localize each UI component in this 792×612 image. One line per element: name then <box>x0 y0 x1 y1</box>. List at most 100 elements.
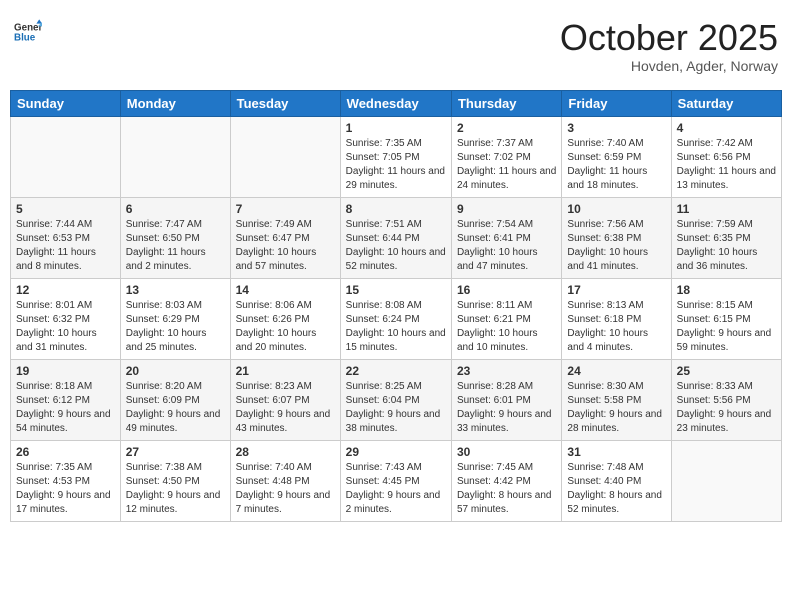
day-number: 2 <box>457 121 556 135</box>
day-info: Sunrise: 7:56 AMSunset: 6:38 PMDaylight:… <box>567 218 665 274</box>
day-number: 10 <box>567 202 665 216</box>
day-info: Sunrise: 7:49 AMSunset: 6:47 PMDaylight:… <box>236 218 335 274</box>
day-info: Sunrise: 8:03 AMSunset: 6:29 PMDaylight:… <box>126 299 225 355</box>
day-cell: 6Sunrise: 7:47 AMSunset: 6:50 PMDaylight… <box>120 197 230 278</box>
day-info: Sunrise: 8:15 AMSunset: 6:15 PMDaylight:… <box>677 299 776 355</box>
day-cell: 14Sunrise: 8:06 AMSunset: 6:26 PMDayligh… <box>230 278 340 359</box>
day-cell: 25 Sunrise: 8:33 AMSunset: 5:56 PMDayligh… <box>671 359 781 440</box>
calendar-table: SundayMondayTuesdayWednesdayThursdayFrid… <box>10 90 782 522</box>
day-info: Sunrise: 8:11 AMSunset: 6:21 PMDaylight:… <box>457 299 556 355</box>
day-number: 18 <box>677 283 776 297</box>
day-cell: 29 Sunrise: 7:43 AMSunset: 4:45 PMDayligh… <box>340 440 451 521</box>
day-cell: 24 Sunrise: 8:30 AMSunset: 5:58 PMDayligh… <box>562 359 671 440</box>
day-info: Sunrise: 7:38 AMSunset: 4:50 PMDaylight:… <box>126 461 225 517</box>
day-info: Sunrise: 7:35 AMSunset: 4:53 PMDaylight:… <box>16 461 115 517</box>
week-row-3: 12 Sunrise: 8:01 AMSunset: 6:32 PMDayligh… <box>11 278 782 359</box>
weekday-header-row: SundayMondayTuesdayWednesdayThursdayFrid… <box>11 90 782 116</box>
day-info: Sunrise: 8:30 AMSunset: 5:58 PMDaylight:… <box>567 380 665 436</box>
day-info: Sunrise: 8:25 AMSunset: 6:04 PMDaylight:… <box>346 380 446 436</box>
svg-text:Blue: Blue <box>14 32 36 43</box>
day-cell: 13 Sunrise: 8:03 AMSunset: 6:29 PMDayligh… <box>120 278 230 359</box>
day-number: 6 <box>126 202 225 216</box>
day-cell: 30 Sunrise: 7:45 AMSunset: 4:42 PMDayligh… <box>451 440 561 521</box>
day-cell <box>671 440 781 521</box>
day-cell: 21 Sunrise: 8:23 AMSunset: 6:07 PMDayligh… <box>230 359 340 440</box>
day-cell: 16 Sunrise: 8:11 AMSunset: 6:21 PMDayligh… <box>451 278 561 359</box>
month-title: October 2025 <box>560 18 778 58</box>
day-cell: 9Sunrise: 7:54 AMSunset: 6:41 PMDaylight… <box>451 197 561 278</box>
day-cell <box>120 116 230 197</box>
day-number: 12 <box>16 283 115 297</box>
day-cell: 1 Sunrise: 7:35 AMSunset: 7:05 PMDaylight… <box>340 116 451 197</box>
day-info: Sunrise: 8:23 AMSunset: 6:07 PMDaylight:… <box>236 380 335 436</box>
header-sunday: Sunday <box>11 90 121 116</box>
header-friday: Friday <box>562 90 671 116</box>
day-cell: 5 Sunrise: 7:44 AMSunset: 6:53 PMDaylight… <box>11 197 121 278</box>
day-info: Sunrise: 8:13 AMSunset: 6:18 PMDaylight:… <box>567 299 665 355</box>
day-number: 5 <box>16 202 115 216</box>
day-number: 16 <box>457 283 556 297</box>
day-info: Sunrise: 8:01 AMSunset: 6:32 PMDaylight:… <box>16 299 115 355</box>
day-number: 13 <box>126 283 225 297</box>
week-row-4: 19 Sunrise: 8:18 AMSunset: 6:12 PMDayligh… <box>11 359 782 440</box>
day-info: Sunrise: 7:42 AMSunset: 6:56 PMDaylight:… <box>677 137 776 193</box>
day-cell: 23Sunrise: 8:28 AMSunset: 6:01 PMDayligh… <box>451 359 561 440</box>
day-cell: 2 Sunrise: 7:37 AMSunset: 7:02 PMDaylight… <box>451 116 561 197</box>
logo-icon: General Blue <box>14 18 42 46</box>
day-cell: 12 Sunrise: 8:01 AMSunset: 6:32 PMDayligh… <box>11 278 121 359</box>
day-number: 19 <box>16 364 115 378</box>
day-number: 11 <box>677 202 776 216</box>
day-info: Sunrise: 7:37 AMSunset: 7:02 PMDaylight:… <box>457 137 556 193</box>
location: Hovden, Agder, Norway <box>560 58 778 74</box>
day-cell: 27 Sunrise: 7:38 AMSunset: 4:50 PMDayligh… <box>120 440 230 521</box>
day-cell: 3 Sunrise: 7:40 AMSunset: 6:59 PMDaylight… <box>562 116 671 197</box>
day-info: Sunrise: 8:28 AMSunset: 6:01 PMDaylight:… <box>457 380 556 436</box>
day-info: Sunrise: 7:44 AMSunset: 6:53 PMDaylight:… <box>16 218 115 274</box>
day-number: 3 <box>567 121 665 135</box>
day-number: 7 <box>236 202 335 216</box>
day-cell: 26 Sunrise: 7:35 AMSunset: 4:53 PMDayligh… <box>11 440 121 521</box>
day-number: 1 <box>346 121 446 135</box>
page-header: General Blue October 2025 Hovden, Agder,… <box>10 10 782 82</box>
day-number: 29 <box>346 445 446 459</box>
day-info: Sunrise: 7:40 AMSunset: 6:59 PMDaylight:… <box>567 137 665 193</box>
day-cell: 28Sunrise: 7:40 AMSunset: 4:48 PMDayligh… <box>230 440 340 521</box>
day-number: 17 <box>567 283 665 297</box>
day-number: 27 <box>126 445 225 459</box>
day-cell: 11 Sunrise: 7:59 AMSunset: 6:35 PMDayligh… <box>671 197 781 278</box>
week-row-5: 26 Sunrise: 7:35 AMSunset: 4:53 PMDayligh… <box>11 440 782 521</box>
day-number: 26 <box>16 445 115 459</box>
day-info: Sunrise: 8:08 AMSunset: 6:24 PMDaylight:… <box>346 299 446 355</box>
day-cell: 7 Sunrise: 7:49 AMSunset: 6:47 PMDaylight… <box>230 197 340 278</box>
day-info: Sunrise: 7:43 AMSunset: 4:45 PMDaylight:… <box>346 461 446 517</box>
day-info: Sunrise: 7:45 AMSunset: 4:42 PMDaylight:… <box>457 461 556 517</box>
day-number: 24 <box>567 364 665 378</box>
day-cell: 17 Sunrise: 8:13 AMSunset: 6:18 PMDayligh… <box>562 278 671 359</box>
header-monday: Monday <box>120 90 230 116</box>
day-info: Sunrise: 7:48 AMSunset: 4:40 PMDaylight:… <box>567 461 665 517</box>
day-number: 31 <box>567 445 665 459</box>
day-number: 21 <box>236 364 335 378</box>
day-cell: 8Sunrise: 7:51 AMSunset: 6:44 PMDaylight… <box>340 197 451 278</box>
day-number: 30 <box>457 445 556 459</box>
day-info: Sunrise: 8:33 AMSunset: 5:56 PMDaylight:… <box>677 380 776 436</box>
day-number: 20 <box>126 364 225 378</box>
day-cell: 22Sunrise: 8:25 AMSunset: 6:04 PMDayligh… <box>340 359 451 440</box>
day-number: 15 <box>346 283 446 297</box>
day-info: Sunrise: 8:06 AMSunset: 6:26 PMDaylight:… <box>236 299 335 355</box>
logo: General Blue <box>14 18 42 46</box>
day-cell: 10 Sunrise: 7:56 AMSunset: 6:38 PMDayligh… <box>562 197 671 278</box>
title-section: October 2025 Hovden, Agder, Norway <box>560 18 778 74</box>
day-number: 8 <box>346 202 446 216</box>
header-tuesday: Tuesday <box>230 90 340 116</box>
day-number: 25 <box>677 364 776 378</box>
week-row-2: 5 Sunrise: 7:44 AMSunset: 6:53 PMDaylight… <box>11 197 782 278</box>
day-info: Sunrise: 7:35 AMSunset: 7:05 PMDaylight:… <box>346 137 446 193</box>
day-cell <box>11 116 121 197</box>
day-number: 9 <box>457 202 556 216</box>
day-info: Sunrise: 8:20 AMSunset: 6:09 PMDaylight:… <box>126 380 225 436</box>
day-info: Sunrise: 8:18 AMSunset: 6:12 PMDaylight:… <box>16 380 115 436</box>
day-info: Sunrise: 7:59 AMSunset: 6:35 PMDaylight:… <box>677 218 776 274</box>
day-number: 4 <box>677 121 776 135</box>
day-info: Sunrise: 7:40 AMSunset: 4:48 PMDaylight:… <box>236 461 335 517</box>
